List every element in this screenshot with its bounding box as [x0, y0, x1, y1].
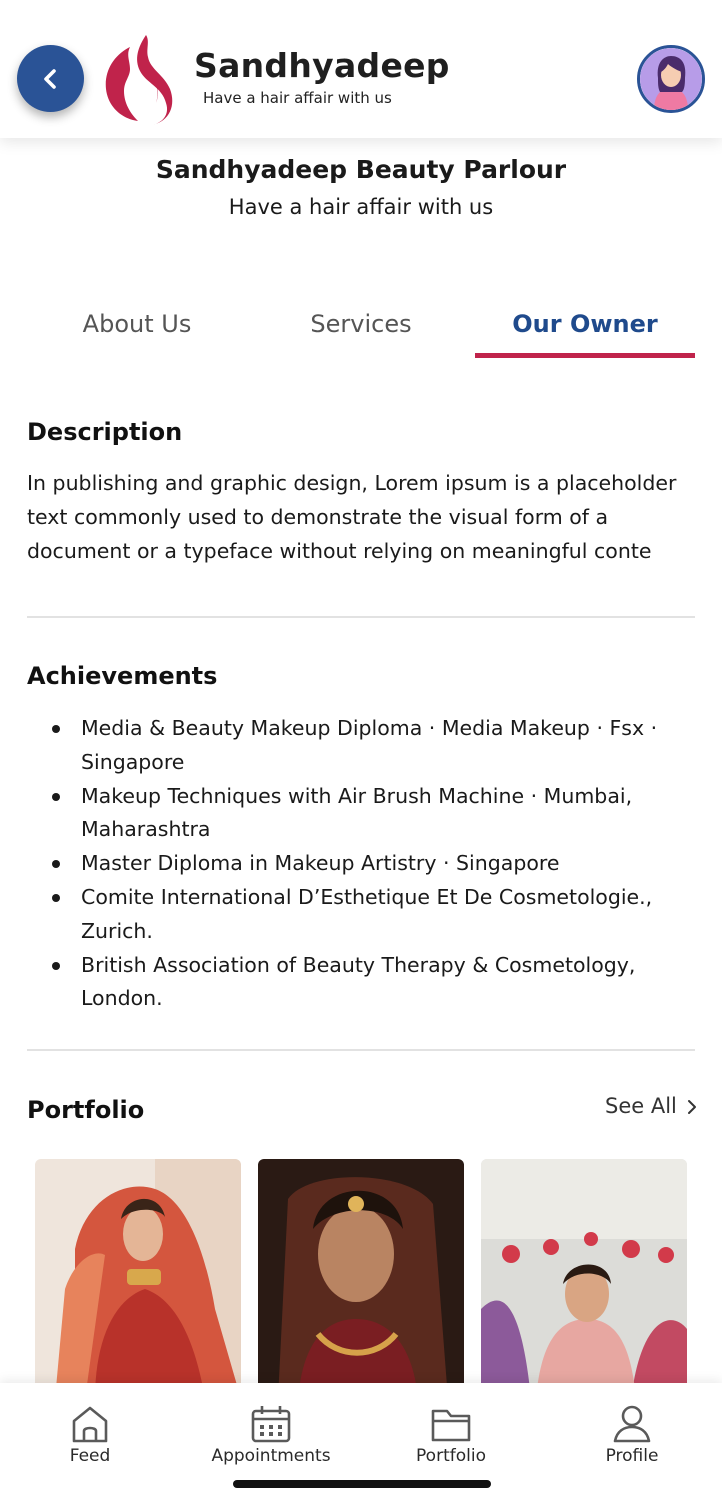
nav-item-profile[interactable]: Profile: [542, 1383, 722, 1483]
achievements-list: Media & Beauty Makeup Diploma · Media Ma…: [27, 712, 695, 1016]
achievement-text: British Association of Beauty Therapy & …: [81, 952, 636, 1011]
divider: [27, 616, 695, 618]
bullet: [52, 725, 60, 733]
chevron-right-icon: [687, 1100, 696, 1114]
bullet: [52, 860, 60, 869]
profile-avatar[interactable]: [637, 45, 705, 113]
folder-icon: [431, 1409, 471, 1442]
list-item: Makeup Techniques with Air Brush Machine…: [27, 780, 695, 848]
app-header: Sandhyadeep Have a hair affair with us: [0, 0, 722, 138]
list-item: Master Diploma in Makeup Artistry · Sing…: [27, 847, 695, 881]
nav-label: Profile: [605, 1446, 659, 1466]
home-icon: [72, 1406, 108, 1443]
back-button[interactable]: [17, 45, 84, 112]
achievement-text: Media & Beauty Makeup Diploma · Media Ma…: [81, 716, 658, 774]
parlour-subtitle: Have a hair affair with us: [228, 195, 494, 219]
description-heading: Description: [27, 418, 183, 446]
chevron-left-icon: [43, 68, 56, 89]
tab-services[interactable]: Services: [251, 310, 471, 360]
avatar-icon: [640, 48, 702, 110]
nav-item-feed[interactable]: Feed: [0, 1383, 180, 1483]
achievement-text: Makeup Techniques with Air Brush Machine…: [81, 783, 633, 842]
achievement-text: Master Diploma in Makeup Artistry · Sing…: [81, 851, 560, 876]
portfolio-photo-image: [35, 1159, 241, 1399]
achievements-heading: Achievements: [27, 662, 218, 690]
portfolio-photo[interactable]: [481, 1159, 687, 1399]
nav-label: Appointments: [211, 1446, 331, 1466]
portfolio-photo-image: [258, 1159, 464, 1399]
bullet: [52, 961, 60, 970]
parlour-title: Sandhyadeep Beauty Parlour: [155, 155, 567, 184]
bullet: [52, 792, 60, 801]
nav-item-portfolio[interactable]: Portfolio: [361, 1383, 541, 1483]
user-icon: [613, 1405, 651, 1443]
list-item: Comite International D’Esthetique Et De …: [27, 881, 695, 949]
calendar-icon: [251, 1406, 291, 1443]
divider: [27, 1049, 695, 1051]
brand-tagline: Have a hair affair with us: [203, 89, 392, 107]
portfolio-photo-image: [481, 1159, 687, 1399]
list-item: British Association of Beauty Therapy & …: [27, 949, 695, 1017]
nav-label: Feed: [69, 1446, 111, 1466]
bullet: [52, 893, 60, 902]
nav-item-appointments[interactable]: Appointments: [181, 1383, 361, 1483]
brand-name: Sandhyadeep: [194, 46, 450, 85]
see-all-link[interactable]: See All: [605, 1094, 698, 1118]
nav-label: Portfolio: [416, 1446, 486, 1466]
home-indicator: [233, 1480, 491, 1488]
portfolio-photo[interactable]: [35, 1159, 241, 1399]
portfolio-heading: Portfolio: [27, 1096, 145, 1124]
active-tab-indicator: [475, 353, 695, 358]
achievement-text: Comite International D’Esthetique Et De …: [81, 884, 653, 943]
brand-logo-icon: [105, 35, 173, 125]
portfolio-photo[interactable]: [258, 1159, 464, 1399]
list-item: Media & Beauty Makeup Diploma · Media Ma…: [27, 712, 695, 780]
see-all-label: See All: [605, 1094, 677, 1118]
tab-about-us[interactable]: About Us: [27, 310, 247, 360]
description-text: In publishing and graphic design, Lorem …: [27, 471, 677, 563]
